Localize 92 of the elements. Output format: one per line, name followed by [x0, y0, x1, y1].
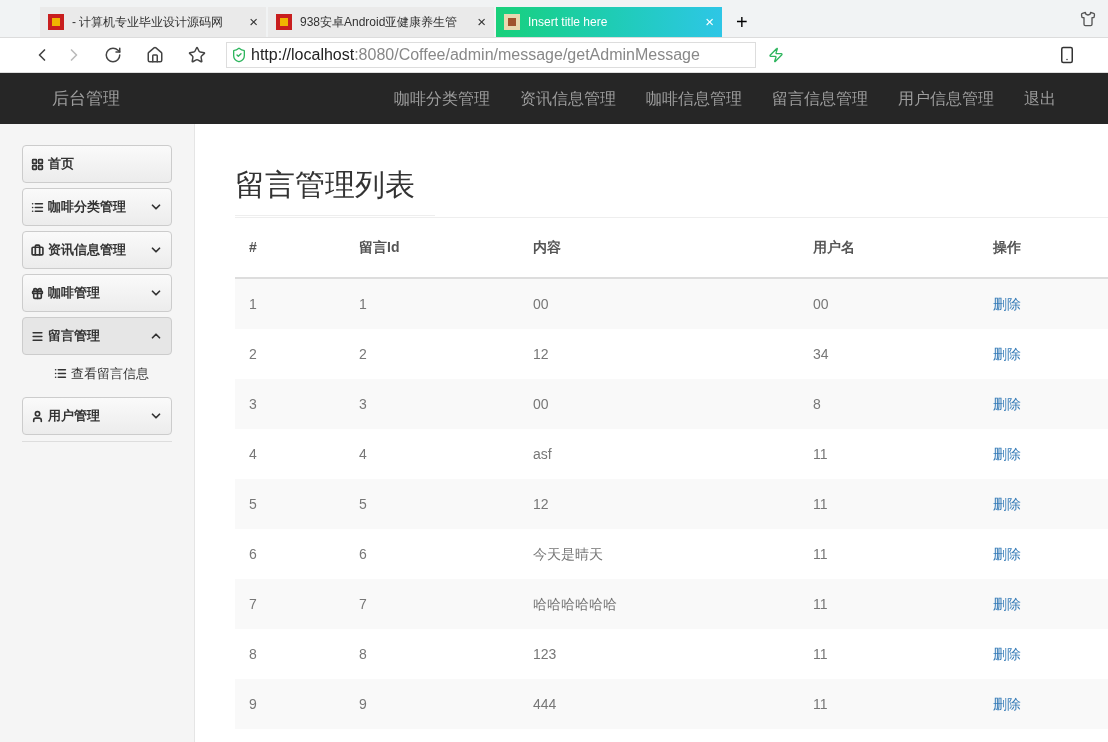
- delete-link[interactable]: 删除: [993, 693, 1021, 715]
- table-cell-text: 8: [359, 644, 368, 664]
- sidebar-button[interactable]: 咖啡管理: [22, 274, 172, 312]
- delete-link[interactable]: 删除: [993, 293, 1021, 315]
- delete-link[interactable]: 删除: [993, 543, 1021, 565]
- shield-icon: [231, 47, 247, 63]
- home-icon[interactable]: [146, 46, 164, 64]
- sidebar-button[interactable]: 用户管理: [22, 397, 172, 435]
- table-cell-text: 6: [249, 544, 258, 564]
- tab-title: Insert title here: [528, 14, 609, 31]
- table-cell-text: 12: [533, 494, 550, 514]
- table-cell-text: 今天是晴天: [533, 544, 604, 564]
- table-cell-text: 11: [813, 444, 829, 464]
- nav-link[interactable]: 留言信息管理: [772, 86, 868, 111]
- nav-link[interactable]: 退出: [1024, 86, 1056, 111]
- table-cell-text: 11: [813, 644, 829, 664]
- url-text: http://localhost:8080/Coffee/admin/message/getAdminMessage: [251, 45, 700, 65]
- table-cell-text: 7: [249, 594, 258, 614]
- table-cell-text: 8: [249, 644, 258, 664]
- brand-title[interactable]: 后台管理: [52, 85, 120, 112]
- lightning-icon[interactable]: [768, 47, 784, 63]
- table-cell-text: 9: [359, 694, 368, 714]
- column-header: 内容: [533, 238, 562, 257]
- menu-icon: [31, 329, 44, 343]
- table-cell-text: 123: [533, 644, 558, 664]
- table-cell-text: 00: [813, 294, 830, 314]
- table-cell-text: 12: [533, 344, 550, 364]
- list-icon: [31, 200, 44, 214]
- table-cell-text: 3: [249, 394, 258, 414]
- delete-link[interactable]: 删除: [993, 593, 1021, 615]
- grid-icon: [31, 157, 44, 171]
- sidebar-button[interactable]: 咖啡分类管理: [22, 188, 172, 226]
- table-cell-text: 444: [533, 694, 558, 714]
- address-field[interactable]: http://localhost:8080/Coffee/admin/message/getAdminMessage: [226, 42, 756, 68]
- column-header: 留言Id: [359, 238, 401, 257]
- user-icon: [31, 409, 44, 423]
- new-tab-button[interactable]: +: [724, 7, 760, 37]
- nav-link[interactable]: 资讯信息管理: [520, 86, 616, 111]
- table-cell-text: asf: [533, 444, 553, 464]
- table-cell-text: 00: [533, 294, 550, 314]
- star-icon[interactable]: [188, 46, 206, 64]
- nav-link[interactable]: 咖啡分类管理: [394, 86, 490, 111]
- table-cell-text: 11: [813, 494, 829, 514]
- sidebar-button[interactable]: 留言管理: [22, 317, 172, 355]
- table-cell-text: 00: [533, 394, 550, 414]
- delete-link[interactable]: 删除: [993, 443, 1021, 465]
- close-tab-button[interactable]: ×: [477, 10, 486, 34]
- column-header: 用户名: [813, 238, 856, 257]
- table-cell-text: 9: [249, 694, 258, 714]
- table-cell-text: 8: [813, 394, 822, 414]
- table-cell-text: 34: [813, 344, 830, 364]
- sidebar-button[interactable]: 首页: [22, 145, 172, 183]
- reload-icon[interactable]: [104, 46, 122, 64]
- favicon-icon: [48, 14, 64, 30]
- table-cell-text: 5: [249, 494, 258, 514]
- column-header: 操作: [993, 238, 1022, 257]
- nav-link[interactable]: 咖啡信息管理: [646, 86, 742, 111]
- close-tab-button[interactable]: ×: [249, 10, 258, 34]
- table-cell-text: 哈哈哈哈哈哈: [533, 594, 618, 614]
- table-cell-text: 3: [359, 394, 368, 414]
- delete-link[interactable]: 删除: [993, 493, 1021, 515]
- table-cell-text: 2: [359, 344, 368, 364]
- table-cell-text: 4: [249, 444, 258, 464]
- submenu-link[interactable]: 查看留言信息: [22, 355, 172, 392]
- favicon-icon: [504, 14, 520, 30]
- gift-icon: [31, 286, 44, 300]
- table-cell-text: 11: [813, 594, 829, 614]
- table-cell-text: 1: [359, 294, 368, 314]
- table-cell-text: 2: [249, 344, 258, 364]
- table-cell-text: 5: [359, 494, 368, 514]
- tab-title: 938安卓Android亚健康养生管: [300, 14, 459, 31]
- page-title: 留言管理列表: [235, 162, 435, 216]
- sidebar-button[interactable]: 资讯信息管理: [22, 231, 172, 269]
- table-cell-text: 4: [359, 444, 368, 464]
- column-header: #: [249, 238, 258, 257]
- shirt-icon[interactable]: [1080, 11, 1096, 27]
- favicon-icon: [276, 14, 292, 30]
- table-cell-text: 7: [359, 594, 368, 614]
- table-cell-text: 6: [359, 544, 368, 564]
- delete-link[interactable]: 删除: [993, 393, 1021, 415]
- table-cell-text: 11: [813, 544, 829, 564]
- table-cell-text: 11: [813, 694, 829, 714]
- tab-title: - 计算机专业毕业设计源码网: [72, 14, 225, 31]
- browser-tab[interactable]: 938安卓Android亚健康养生管 ×: [268, 7, 494, 37]
- delete-link[interactable]: 删除: [993, 343, 1021, 365]
- table-cell-text: 1: [249, 294, 258, 314]
- list-icon: [54, 367, 67, 380]
- phone-icon[interactable]: [1058, 46, 1076, 64]
- delete-link[interactable]: 删除: [993, 643, 1021, 665]
- nav-link[interactable]: 用户信息管理: [898, 86, 994, 111]
- browser-tab[interactable]: - 计算机专业毕业设计源码网 ×: [40, 7, 266, 37]
- briefcase-icon: [31, 243, 44, 257]
